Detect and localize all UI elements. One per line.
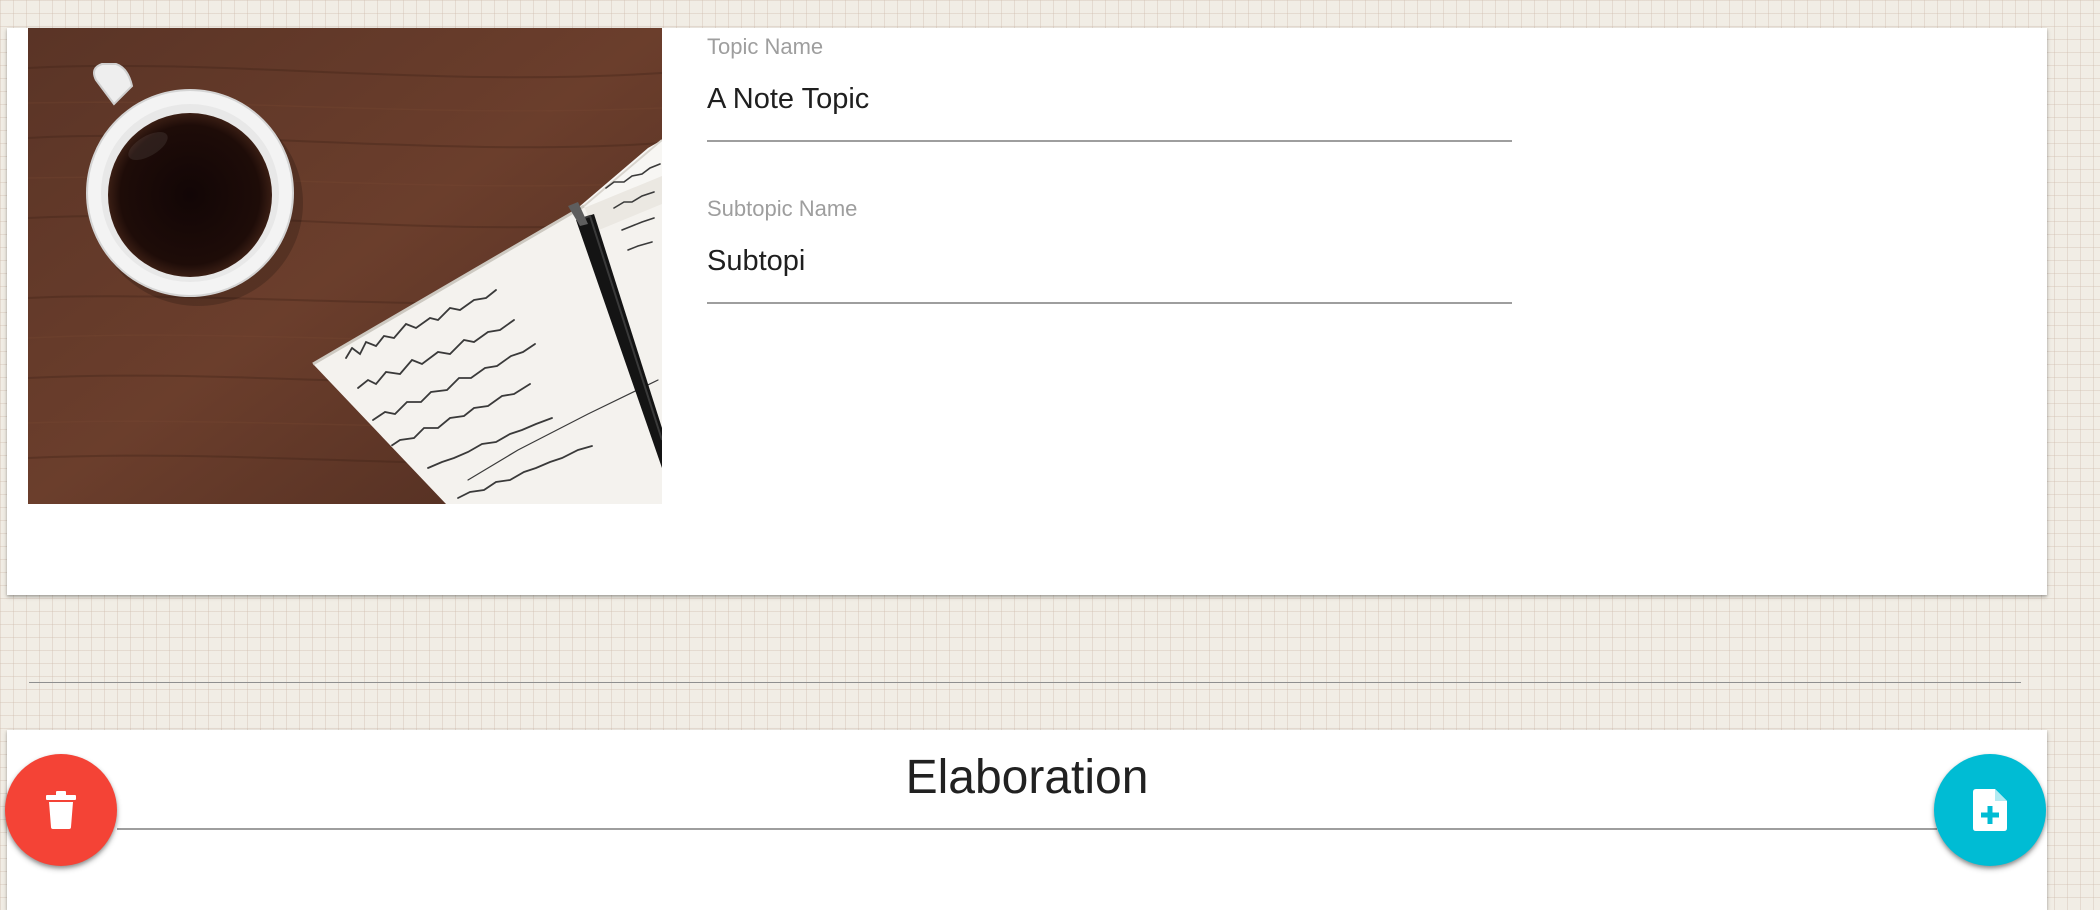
topic-name-input[interactable]: [707, 81, 1512, 142]
topic-name-field: Topic Name: [707, 33, 1512, 142]
subtopic-name-field: Subtopic Name: [707, 195, 1512, 304]
note-add-icon: [1973, 789, 2007, 831]
add-note-button[interactable]: [1934, 754, 2046, 866]
subtopic-name-label: Subtopic Name: [707, 196, 858, 221]
section-divider: [29, 682, 2021, 683]
elaboration-card: Elaboration: [7, 730, 2047, 910]
trash-icon: [46, 791, 76, 829]
subtopic-name-input[interactable]: [707, 243, 1512, 304]
topic-card: Topic Name Subtopic Name: [7, 28, 2047, 595]
elaboration-title: Elaboration: [905, 751, 1149, 804]
title-underline: [117, 828, 1937, 830]
delete-button[interactable]: [5, 754, 117, 866]
topic-name-label: Topic Name: [707, 34, 824, 59]
notes-photo: [28, 28, 662, 504]
